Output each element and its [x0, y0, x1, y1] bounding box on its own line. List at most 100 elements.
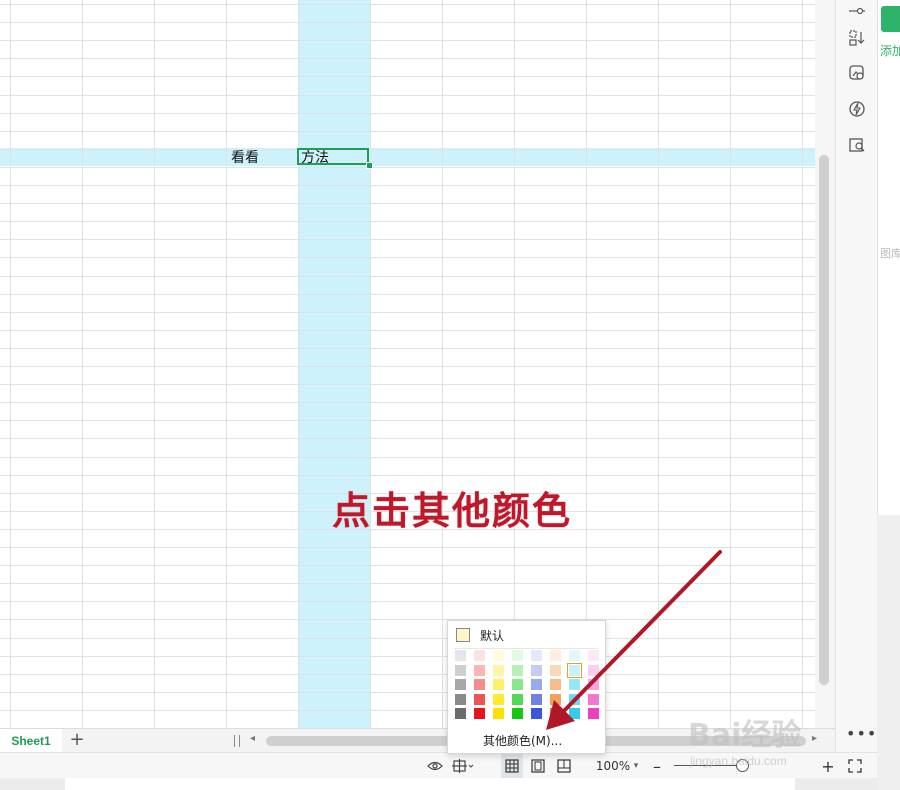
row-gridline — [0, 366, 815, 367]
color-picker-popup: 默认 其他颜色(M)... — [447, 620, 606, 754]
cell-kankan[interactable]: 看看 — [231, 149, 259, 167]
vertical-scrollbar[interactable] — [815, 0, 835, 728]
color-swatch[interactable] — [531, 679, 542, 690]
row-gridline — [0, 40, 815, 41]
zoom-level[interactable]: 100% — [594, 753, 632, 779]
side-pane: 添加 图库 — [877, 0, 900, 515]
column-gridline — [370, 0, 371, 728]
color-swatch[interactable] — [474, 650, 485, 661]
color-swatch[interactable] — [588, 650, 599, 661]
scroll-right-icon[interactable]: ▸ — [812, 733, 817, 744]
bottom-strip — [0, 778, 877, 790]
add-label[interactable]: 添加 — [880, 42, 900, 59]
row-gridline — [0, 547, 815, 548]
column-gridline — [442, 0, 443, 728]
row-gridline — [0, 348, 815, 349]
crosshair-highlight-icon[interactable] — [448, 753, 478, 779]
zoom-in-button[interactable]: + — [820, 753, 836, 779]
color-swatch[interactable] — [455, 679, 466, 690]
color-swatch[interactable] — [588, 664, 599, 676]
color-swatch[interactable] — [531, 664, 542, 676]
color-swatch[interactable] — [474, 708, 485, 719]
row-gridline — [0, 221, 815, 222]
spreadsheet-grid[interactable]: 看看 方法 — [0, 0, 815, 728]
color-swatch[interactable] — [512, 708, 523, 719]
color-swatch[interactable] — [455, 664, 466, 676]
sort-icon[interactable] — [846, 27, 868, 49]
more-options-icon[interactable]: ••• — [846, 724, 877, 743]
color-swatch[interactable] — [550, 650, 561, 661]
watermark-logo: Bai经验 — [688, 718, 802, 753]
zoom-dropdown-icon[interactable]: ▾ — [631, 753, 641, 779]
color-swatch[interactable] — [493, 650, 504, 661]
color-swatch[interactable] — [588, 708, 599, 719]
color-swatch[interactable] — [455, 693, 466, 705]
row-gridline — [0, 638, 815, 639]
faded-label: 图库 — [880, 247, 900, 260]
tab-splitter-handle[interactable] — [234, 735, 240, 747]
lightning-icon[interactable] — [846, 98, 868, 120]
side-pane-lower — [877, 515, 900, 790]
row-gridline — [0, 203, 815, 204]
color-swatch[interactable] — [512, 679, 523, 690]
book-search-icon[interactable] — [846, 134, 868, 156]
vertical-scroll-thumb[interactable] — [819, 155, 829, 685]
color-swatch[interactable] — [550, 693, 561, 705]
color-swatch[interactable] — [569, 708, 580, 719]
row-gridline — [0, 113, 815, 114]
image-edit-icon[interactable] — [846, 62, 868, 84]
page-break-view-icon[interactable] — [553, 753, 575, 779]
zoom-out-button[interactable]: – — [648, 753, 666, 779]
color-swatch[interactable] — [474, 664, 485, 676]
color-swatch[interactable] — [512, 664, 523, 676]
fullscreen-icon[interactable] — [845, 753, 865, 779]
bottom-page-edge — [65, 778, 795, 790]
color-swatch[interactable] — [550, 679, 561, 690]
color-swatch[interactable] — [474, 679, 485, 690]
row-gridline — [0, 565, 815, 566]
row-gridline — [0, 294, 815, 295]
normal-view-icon[interactable] — [501, 753, 523, 779]
default-color-option[interactable]: 默认 — [456, 626, 504, 644]
eye-protection-icon[interactable] — [424, 753, 446, 779]
color-swatch[interactable] — [493, 664, 504, 676]
color-swatch[interactable] — [531, 693, 542, 705]
color-swatch[interactable] — [455, 708, 466, 719]
color-swatch[interactable] — [455, 650, 466, 661]
page-layout-view-icon[interactable] — [527, 753, 549, 779]
watermark-url: jingyan.baidu.com — [690, 754, 787, 768]
color-swatch[interactable] — [550, 664, 561, 676]
row-gridline — [0, 656, 815, 657]
color-swatch[interactable] — [550, 708, 561, 719]
color-swatch[interactable] — [569, 679, 580, 690]
color-swatch[interactable] — [531, 708, 542, 719]
more-colors-option[interactable]: 其他颜色(M)... — [483, 732, 562, 749]
settings-slider-icon[interactable] — [846, 0, 868, 22]
active-cell-border[interactable] — [297, 148, 369, 165]
row-gridline — [0, 58, 815, 59]
color-swatch[interactable] — [569, 650, 580, 661]
scroll-left-icon[interactable]: ◂ — [250, 733, 255, 744]
add-sheet-button[interactable]: + — [66, 729, 88, 753]
sheet-tab-sheet1[interactable]: Sheet1 — [0, 729, 62, 753]
row-gridline — [0, 239, 815, 240]
row-gridline — [0, 95, 815, 96]
color-swatch[interactable] — [588, 679, 599, 690]
column-gridline — [730, 0, 731, 728]
row-gridline — [0, 131, 815, 132]
color-swatch[interactable] — [567, 662, 582, 678]
color-swatch[interactable] — [493, 708, 504, 719]
color-swatch[interactable] — [493, 679, 504, 690]
color-swatch[interactable] — [588, 693, 599, 705]
color-swatch[interactable] — [569, 693, 580, 705]
color-swatch[interactable] — [493, 693, 504, 705]
color-swatch[interactable] — [512, 650, 523, 661]
color-swatch[interactable] — [474, 693, 485, 705]
color-swatch[interactable] — [512, 693, 523, 705]
add-button-icon[interactable] — [881, 6, 900, 32]
right-tool-panel — [835, 0, 878, 790]
row-gridline — [0, 475, 815, 476]
fill-handle[interactable] — [366, 162, 373, 169]
color-swatch[interactable] — [531, 650, 542, 661]
column-gridline — [658, 0, 659, 728]
